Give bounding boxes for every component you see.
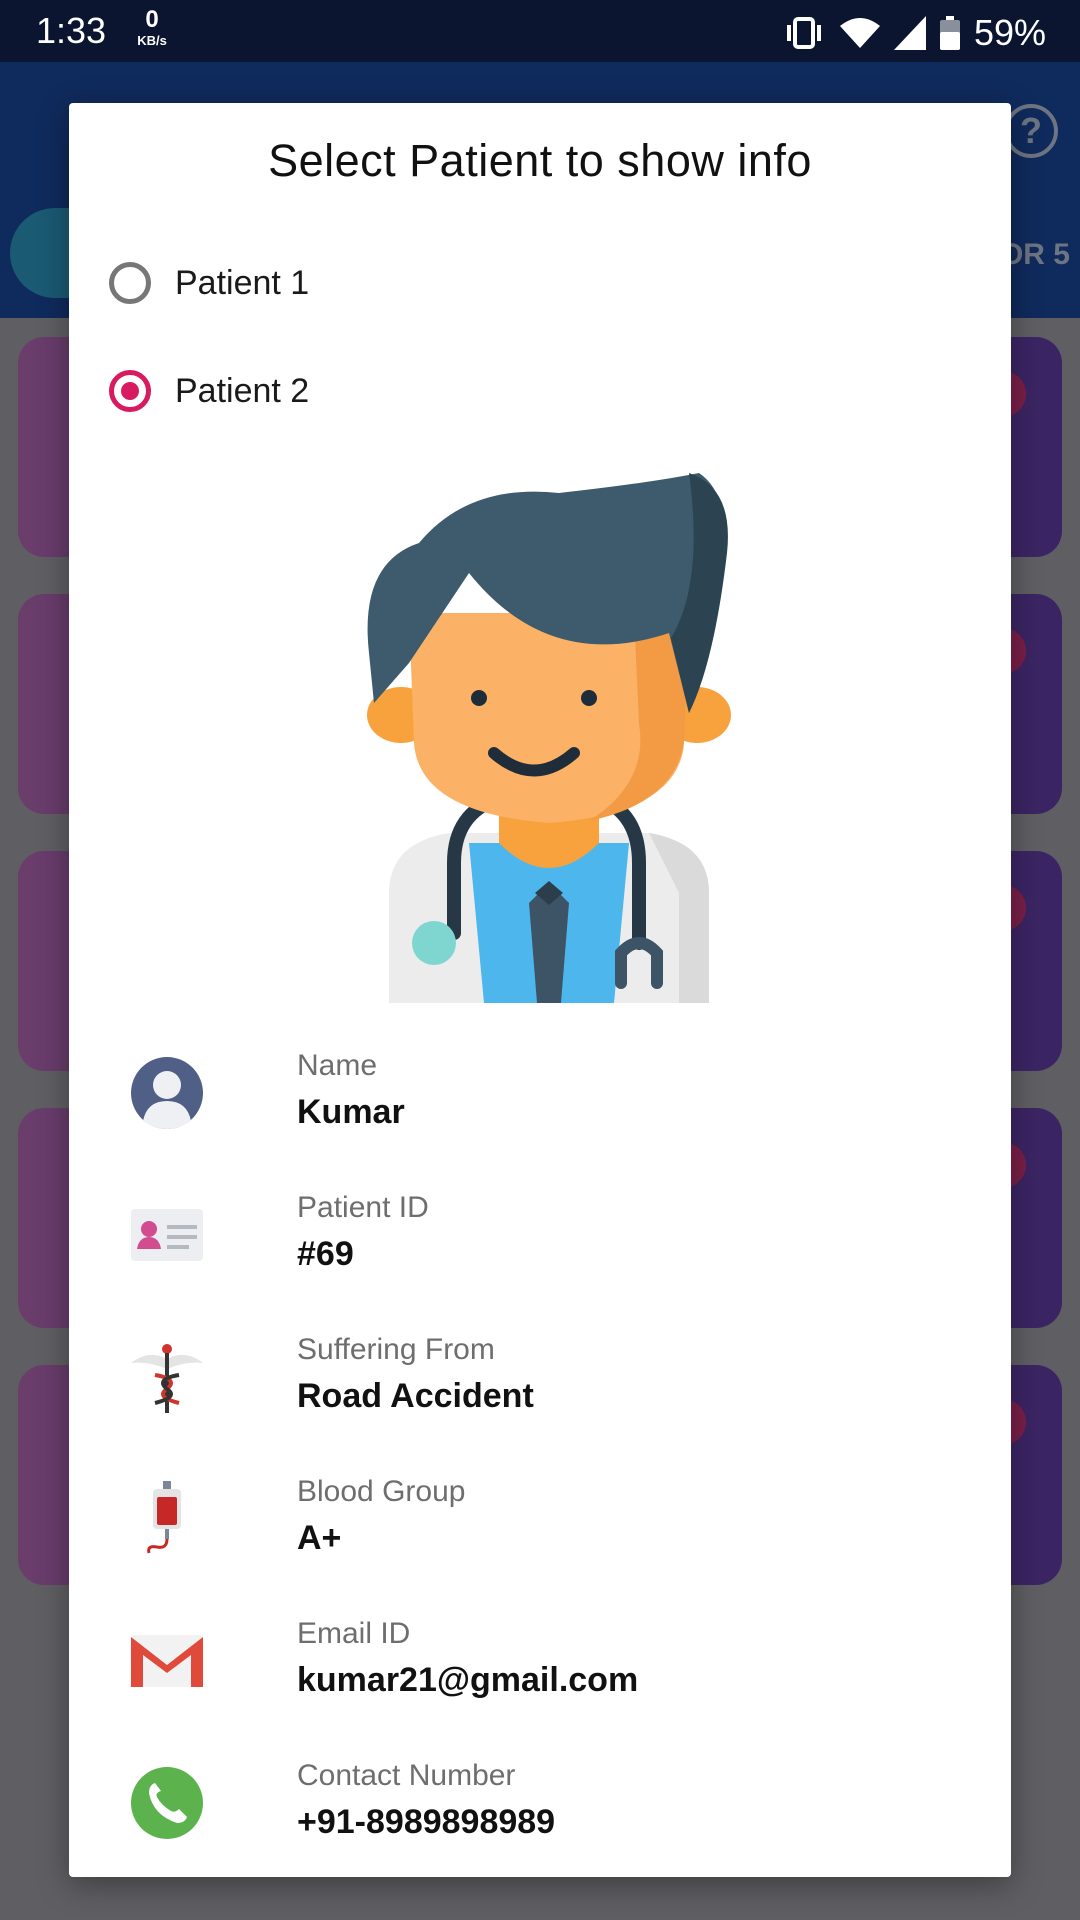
id-card-icon	[131, 1209, 203, 1261]
contact-value[interactable]: +91-8989898989	[297, 1803, 555, 1842]
radio-option-patient-2[interactable]: Patient 2	[109, 361, 309, 421]
info-row-suffering-from: Suffering From Road Accident	[129, 1333, 949, 1443]
suffering-from-value: Road Accident	[297, 1377, 534, 1415]
name-label: Name	[297, 1049, 378, 1082]
caduceus-icon	[131, 1344, 203, 1413]
patient-info-dialog: Select Patient to show info Patient 1 Pa…	[69, 103, 1011, 1877]
info-row-patient-id: Patient ID #69	[129, 1191, 949, 1301]
network-speed-unit: KB/s	[137, 33, 167, 48]
email-value[interactable]: kumar21@gmail.com	[297, 1661, 638, 1700]
help-circle-icon[interactable]: ?	[1004, 104, 1058, 158]
patient-id-value: #69	[297, 1235, 354, 1273]
dialog-title: Select Patient to show info	[268, 135, 812, 186]
doctor-avatar-illustration	[367, 473, 731, 1003]
info-row-name: Name Kumar	[129, 1049, 949, 1159]
email-label: Email ID	[297, 1617, 411, 1650]
battery-icon	[939, 16, 960, 50]
cell-signal-icon	[893, 16, 926, 50]
phone-icon	[131, 1767, 203, 1839]
network-speed: 0 KB/s	[130, 6, 174, 48]
wifi-icon	[839, 18, 880, 48]
suffering-from-label: Suffering From	[297, 1333, 495, 1366]
status-bar: 1:33 0 KB/s 59%	[0, 0, 1080, 62]
name-value: Kumar	[297, 1093, 405, 1131]
blood-bag-icon	[147, 1481, 181, 1554]
radio-option-patient-1[interactable]: Patient 1	[109, 253, 309, 313]
battery-percent: 59%	[973, 12, 1046, 53]
radio-label: Patient 1	[175, 263, 310, 302]
person-icon	[131, 1057, 203, 1129]
blood-group-label: Blood Group	[297, 1475, 466, 1508]
blood-group-value: A+	[297, 1519, 342, 1557]
status-time: 1:33	[36, 10, 107, 51]
radio-button-checked[interactable]	[109, 370, 151, 412]
vibrate-icon	[786, 17, 821, 49]
patient-id-label: Patient ID	[297, 1191, 429, 1224]
radio-button-unchecked[interactable]	[109, 262, 151, 304]
contact-label: Contact Number	[297, 1759, 516, 1792]
network-speed-value: 0	[145, 6, 159, 33]
info-row-email: Email ID kumar21@gmail.com	[129, 1617, 949, 1727]
status-icons: 59%	[782, 12, 1046, 54]
radio-label: Patient 2	[175, 371, 310, 410]
info-row-contact: Contact Number +91-8989898989	[129, 1759, 949, 1869]
gmail-icon	[131, 1635, 203, 1687]
info-row-blood-group: Blood Group A+	[129, 1475, 949, 1585]
